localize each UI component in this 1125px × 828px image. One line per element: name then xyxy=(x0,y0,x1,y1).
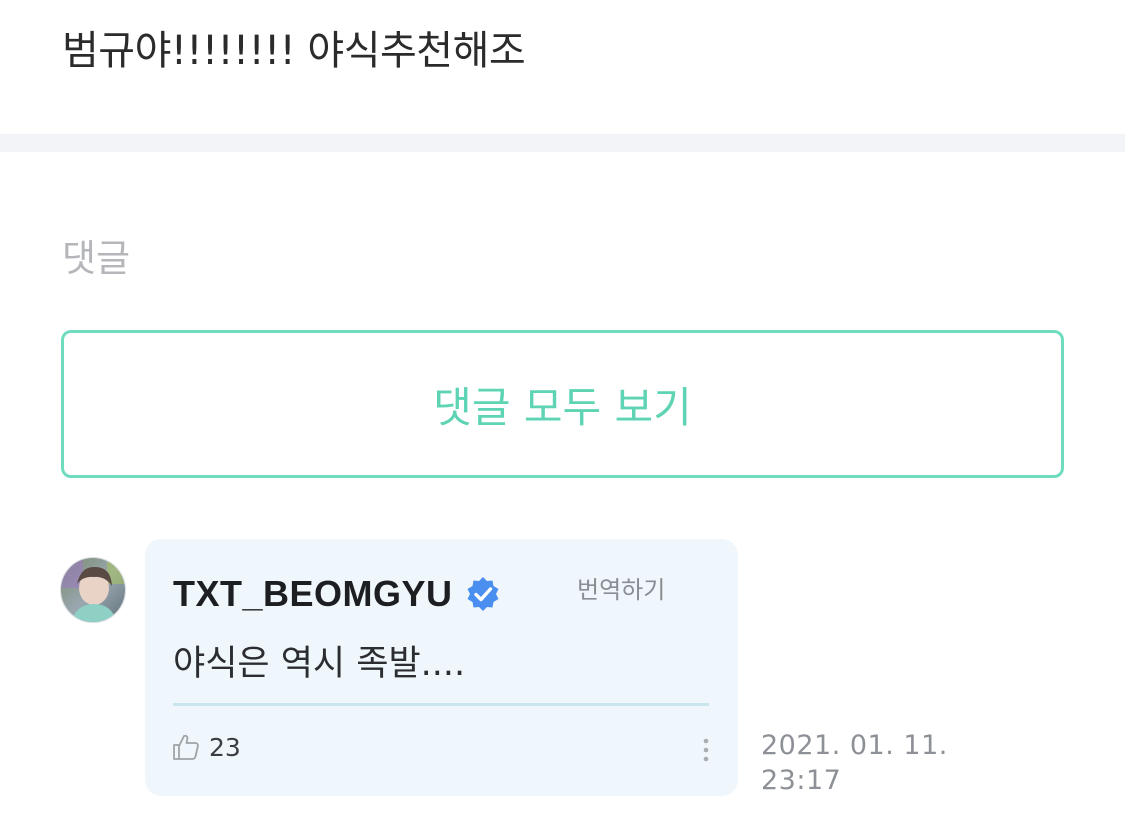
like-count: 23 xyxy=(209,732,241,762)
comment-date: 2021. 01. 11. xyxy=(761,730,948,761)
author-name: TXT_BEOMGYU xyxy=(173,573,453,614)
translate-button[interactable]: 번역하기 xyxy=(577,570,665,605)
comment-text: 야식은 역시 족발.... xyxy=(173,644,466,684)
verified-badge-icon xyxy=(467,577,499,611)
comments-heading: 댓글 xyxy=(62,237,131,280)
post-detail-page: 범규야!!!!!!!! 야식추천해조 댓글 댓글 모두 보기 TXT_BEOMG… xyxy=(0,0,1125,828)
avatar-image xyxy=(61,558,125,622)
comment-time: 23:17 xyxy=(761,765,842,796)
comment-author[interactable]: TXT_BEOMGYU xyxy=(173,573,501,615)
avatar[interactable] xyxy=(60,557,126,623)
comment-timestamp: 2021. 01. 11. 23:17 xyxy=(761,728,948,798)
more-vertical-icon xyxy=(703,738,709,762)
comment-divider xyxy=(173,703,709,706)
post-text: 범규야!!!!!!!! 야식추천해조 xyxy=(62,28,526,74)
more-options-button[interactable] xyxy=(697,735,715,769)
like-button[interactable]: 23 xyxy=(171,732,241,762)
section-divider xyxy=(0,134,1125,152)
view-all-comments-button[interactable]: 댓글 모두 보기 xyxy=(61,330,1064,478)
comment-card: TXT_BEOMGYU 번역하기 야식은 역시 족발.... 23 xyxy=(145,539,738,796)
thumbs-up-icon xyxy=(173,734,199,760)
